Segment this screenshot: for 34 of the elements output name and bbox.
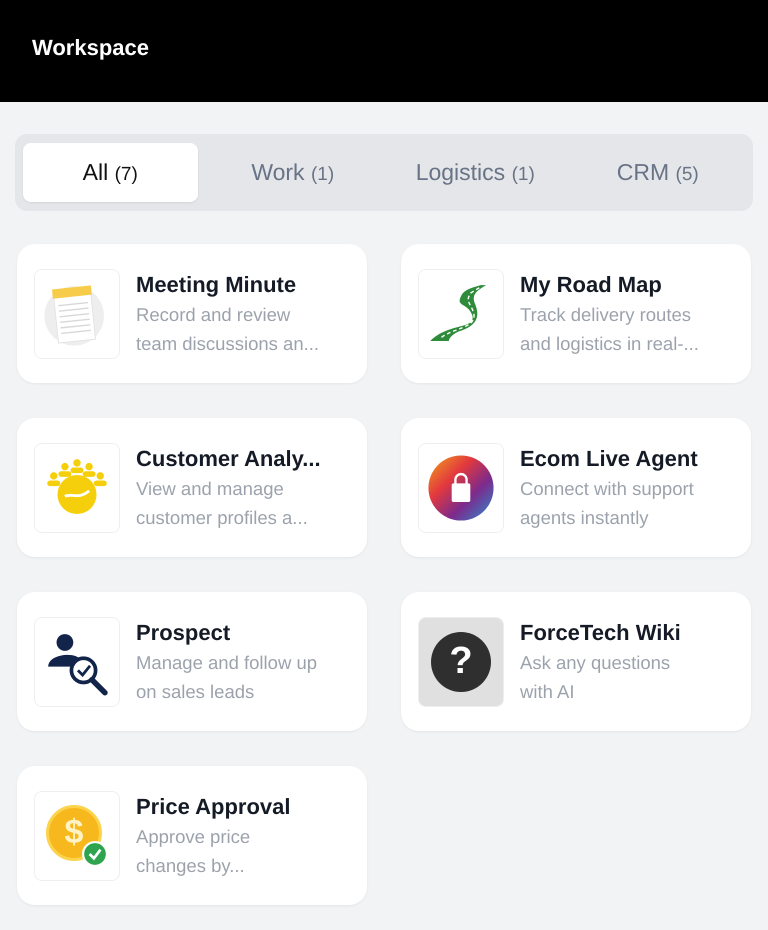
app-title: Ecom Live Agent [520,444,698,473]
app-description: Ask any questions [520,650,672,675]
page-title: Workspace [32,35,149,61]
app-card[interactable]: Customer Analy... View and manage customer profiles a... [17,418,367,557]
app-description: with AI [520,680,576,704]
app-card[interactable]: Meeting Minute Record and review team discussions an... [17,244,367,383]
app-description: customer profiles a... [136,506,309,530]
filter-tab[interactable]: Work (1) [206,143,380,202]
app-description: team discussions an... [136,332,320,356]
question-icon: ? [431,632,491,692]
app-description: agents instantly [520,506,650,530]
app-title: Prospect [136,618,232,647]
app-description: Track delivery routes [520,302,692,327]
app-description: View and manage [136,476,285,501]
app-title: Customer Analy... [136,444,321,473]
filter-tab[interactable]: All (7) [23,143,198,202]
app-description: Connect with support [520,476,695,501]
app-description: on sales leads [136,680,256,704]
filter-tab[interactable]: CRM (5) [570,143,745,202]
app-card[interactable]: Prospect Manage and follow up on sales leads [17,592,367,731]
filter-tab[interactable]: Logistics (1) [388,143,562,202]
app-card[interactable]: Ecom Live Agent Connect with support agents instantly [401,418,751,557]
app-title: Meeting Minute [136,270,298,299]
app-description: changes by... [136,854,246,878]
app-title: ForceTech Wiki [520,618,681,646]
app-description: Record and review [136,302,292,326]
app-title: Price Approval [136,792,290,821]
app-title: My Road Map [520,270,663,299]
app-description: Manage and follow up [136,650,318,675]
app-card[interactable]: My Road Map Track delivery routes and logistics in real-... [401,244,751,383]
app-card[interactable]: ? ForceTech Wiki Ask any questions with AI [401,592,751,731]
app-description: and logistics in real-... [520,332,699,356]
app-card[interactable]: $ Price Approval Approve price changes by... [17,766,367,905]
app-description: Approve price [136,824,252,849]
